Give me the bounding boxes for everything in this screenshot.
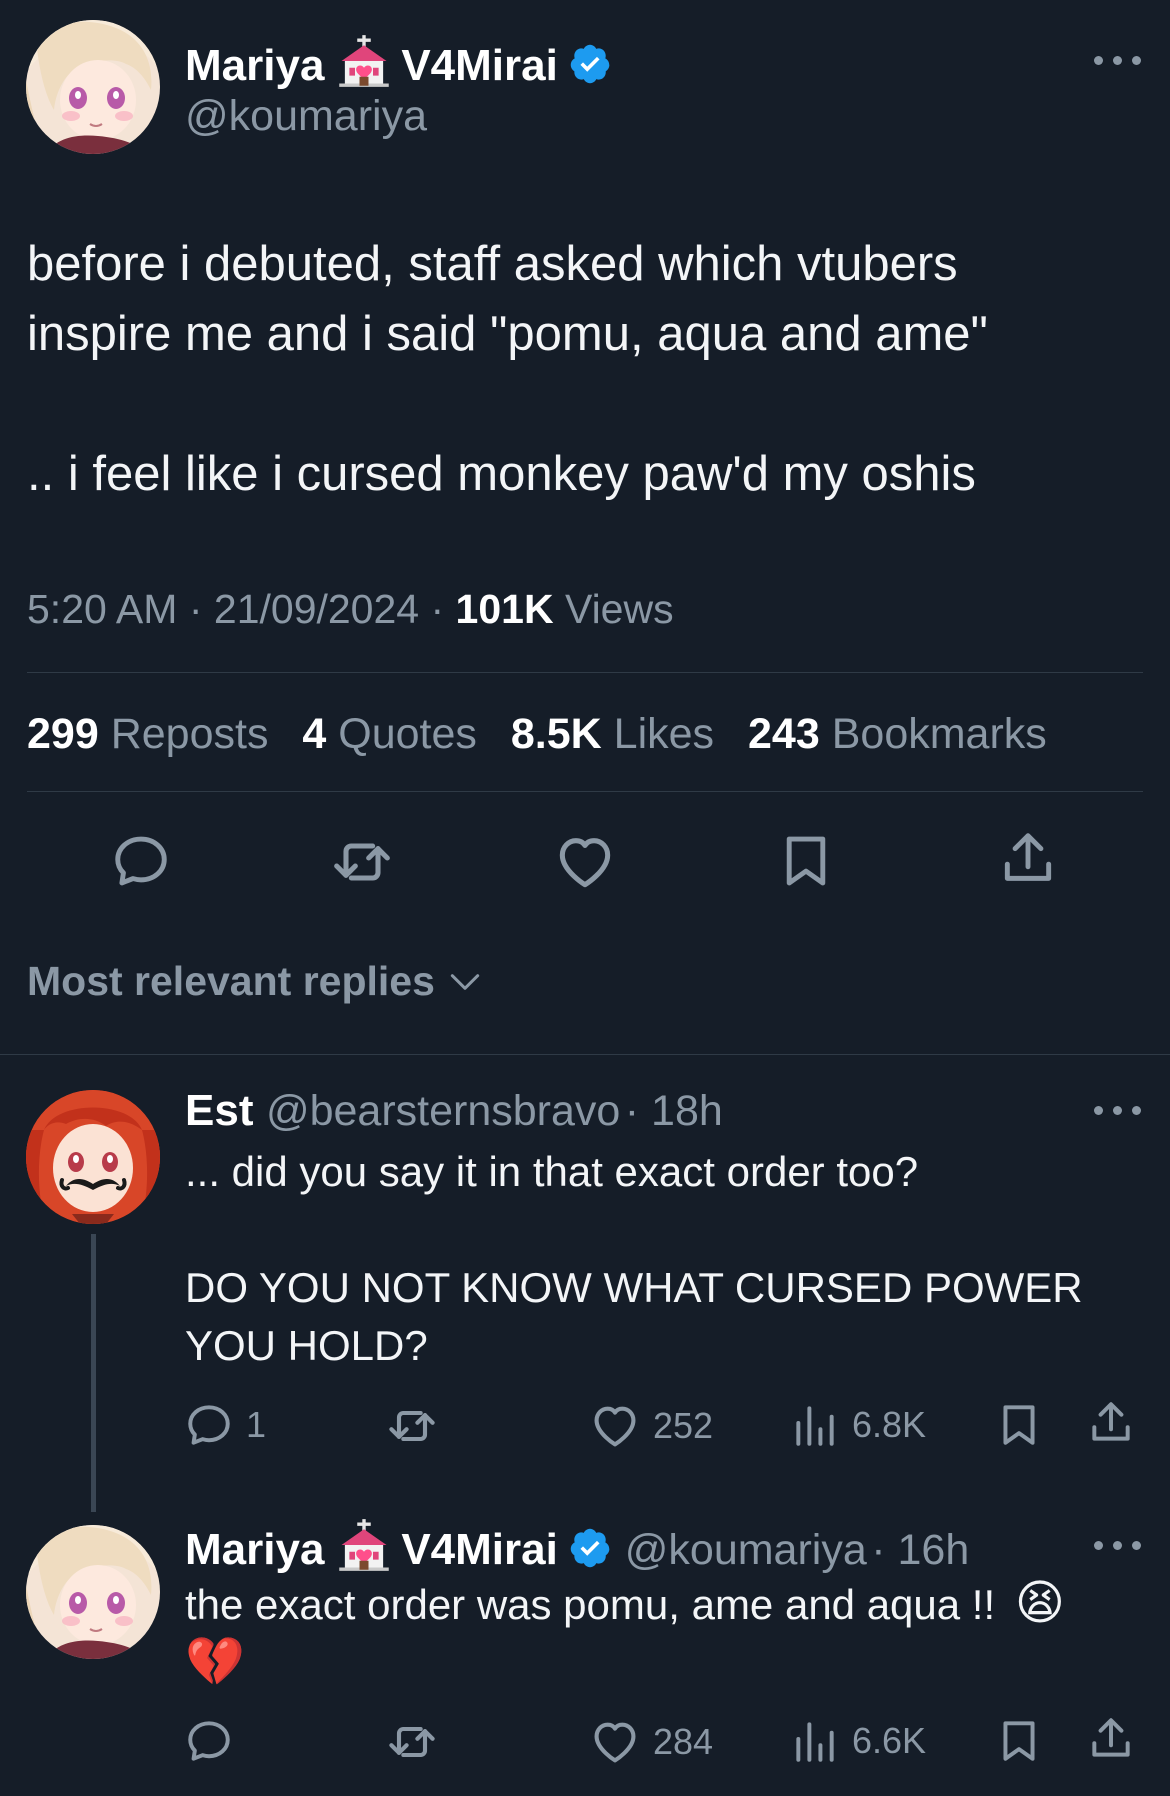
- like-count: 284: [653, 1721, 714, 1762]
- bookmark-button[interactable]: [775, 830, 837, 892]
- tweet-time[interactable]: 5:20 AM: [27, 586, 177, 632]
- bookmark-icon: [775, 830, 837, 892]
- repost-icon: [386, 1716, 438, 1768]
- like-button[interactable]: [553, 830, 617, 894]
- reply-reply-button[interactable]: 1: [184, 1400, 266, 1450]
- heart-icon: [589, 1716, 641, 1768]
- reply-avatar[interactable]: [26, 1525, 160, 1659]
- reply-button[interactable]: [110, 830, 172, 892]
- reply-count: 1: [246, 1404, 267, 1445]
- views-count: 6.6K: [852, 1720, 927, 1761]
- author-name[interactable]: Mariya V4Mirai: [185, 34, 612, 90]
- more-dots-icon[interactable]: [1094, 1538, 1142, 1552]
- tweet-date[interactable]: 21/09/2024: [214, 586, 419, 632]
- reply-age[interactable]: 18h: [651, 1087, 723, 1135]
- tired-face-emoji: 😫: [1014, 1577, 1065, 1630]
- divider: [27, 791, 1143, 792]
- tweet-meta: 5:20 AM · 21/09/2024 · 101K Views: [27, 586, 674, 632]
- tweet-text-line: before i debuted, staff asked which vtub…: [27, 237, 958, 291]
- tweet-text: before i debuted, staff asked which vtub…: [27, 229, 988, 509]
- reply-share-button[interactable]: [1086, 1714, 1136, 1764]
- reply-bookmark-button[interactable]: [994, 1400, 1044, 1450]
- verified-badge-icon: [568, 42, 612, 86]
- reply-author-name[interactable]: Est: [185, 1086, 253, 1135]
- reply-icon: [184, 1716, 234, 1766]
- divider: [27, 672, 1143, 673]
- share-icon: [1086, 1398, 1136, 1448]
- repost-icon: [330, 830, 394, 894]
- author-name-part1: Mariya: [185, 41, 325, 90]
- more-dots-icon[interactable]: [1094, 1103, 1142, 1117]
- verified-badge-icon: [568, 1526, 612, 1570]
- reply-header: Est @bearsternsbravo · 18h: [185, 1086, 723, 1135]
- author-name-part2: V4Mirai: [401, 41, 558, 90]
- reply-share-button[interactable]: [1086, 1398, 1136, 1448]
- reply-text-line: DO YOU NOT KNOW WHAT CURSED POWER: [185, 1264, 1083, 1311]
- quotes-stat[interactable]: 4 Quotes: [302, 710, 477, 758]
- reply-repost-button[interactable]: [386, 1400, 438, 1452]
- bookmark-icon: [994, 1716, 1044, 1766]
- views-chart-icon: [790, 1400, 840, 1450]
- reply-views-button[interactable]: 6.8K: [790, 1400, 926, 1450]
- section-divider: [0, 1054, 1170, 1055]
- reply-avatar-image: [26, 1525, 160, 1659]
- reply-icon: [110, 830, 172, 892]
- reply-reply-button[interactable]: [184, 1716, 234, 1766]
- reply-text: ... did you say it in that exact order t…: [185, 1143, 1083, 1375]
- reply-views-button[interactable]: 6.6K: [790, 1716, 926, 1766]
- tweet-stats: 299 Reposts 4 Quotes 8.5K Likes 243 Book…: [27, 710, 1047, 759]
- likes-stat[interactable]: 8.5K Likes: [511, 710, 714, 758]
- reply-text-line: ... did you say it in that exact order t…: [185, 1148, 919, 1195]
- views-count: 6.8K: [852, 1404, 927, 1445]
- broken-heart-emoji: 💔: [185, 1636, 245, 1689]
- views-label: Views: [564, 586, 674, 632]
- reply-author-handle[interactable]: @koumariya: [625, 1526, 867, 1574]
- author-handle[interactable]: @koumariya: [185, 92, 427, 141]
- reply-author-handle[interactable]: @bearsternsbravo: [266, 1087, 620, 1135]
- reply-text: the exact order was pomu, ame and aqua !…: [185, 1575, 1065, 1692]
- tweet-text-line: inspire me and i said "pomu, aqua and am…: [27, 307, 988, 361]
- reply-text-line: YOU HOLD?: [185, 1322, 428, 1369]
- share-button[interactable]: [997, 828, 1059, 890]
- more-dots-icon[interactable]: [1094, 53, 1142, 67]
- reply-bookmark-button[interactable]: [994, 1716, 1044, 1766]
- reposts-stat[interactable]: 299 Reposts: [27, 710, 268, 758]
- tweet-text-line: .. i feel like i cursed monkey paw'd my …: [27, 447, 976, 501]
- reply-age[interactable]: 16h: [898, 1526, 970, 1574]
- reply-avatar[interactable]: [26, 1090, 160, 1224]
- wedding-chapel-icon: [337, 1518, 391, 1572]
- share-icon: [997, 828, 1059, 890]
- reply-like-button[interactable]: 284: [589, 1716, 713, 1768]
- bookmarks-stat[interactable]: 243 Bookmarks: [748, 710, 1047, 758]
- views-chart-icon: [790, 1716, 840, 1766]
- bookmark-icon: [994, 1400, 1044, 1450]
- chevron-down-icon: [446, 963, 484, 1001]
- reply-avatar-image: [26, 1090, 160, 1224]
- reply-author-name-part2[interactable]: V4Mirai: [401, 1525, 558, 1574]
- repost-button[interactable]: [330, 830, 394, 894]
- repost-icon: [386, 1400, 438, 1452]
- replies-sort-dropdown[interactable]: Most relevant replies: [27, 958, 484, 1005]
- heart-icon: [553, 830, 617, 894]
- reply-like-button[interactable]: 252: [589, 1400, 713, 1452]
- replies-sort-label: Most relevant replies: [27, 958, 435, 1004]
- thread-line: [91, 1234, 96, 1512]
- reply-icon: [184, 1400, 234, 1450]
- wedding-chapel-icon: [337, 34, 391, 88]
- views-count: 101K: [455, 586, 554, 632]
- reply-author-name-part1[interactable]: Mariya: [185, 1525, 324, 1574]
- share-icon: [1086, 1714, 1136, 1764]
- reply-header: Mariya V4Mirai @koumariya · 16h: [185, 1518, 969, 1575]
- author-avatar-image: [26, 20, 160, 154]
- heart-icon: [589, 1400, 641, 1452]
- reply-repost-button[interactable]: [386, 1716, 438, 1768]
- like-count: 252: [653, 1405, 714, 1446]
- author-avatar[interactable]: [26, 20, 160, 154]
- reply-text-line: the exact order was pomu, ame and aqua !…: [185, 1581, 996, 1628]
